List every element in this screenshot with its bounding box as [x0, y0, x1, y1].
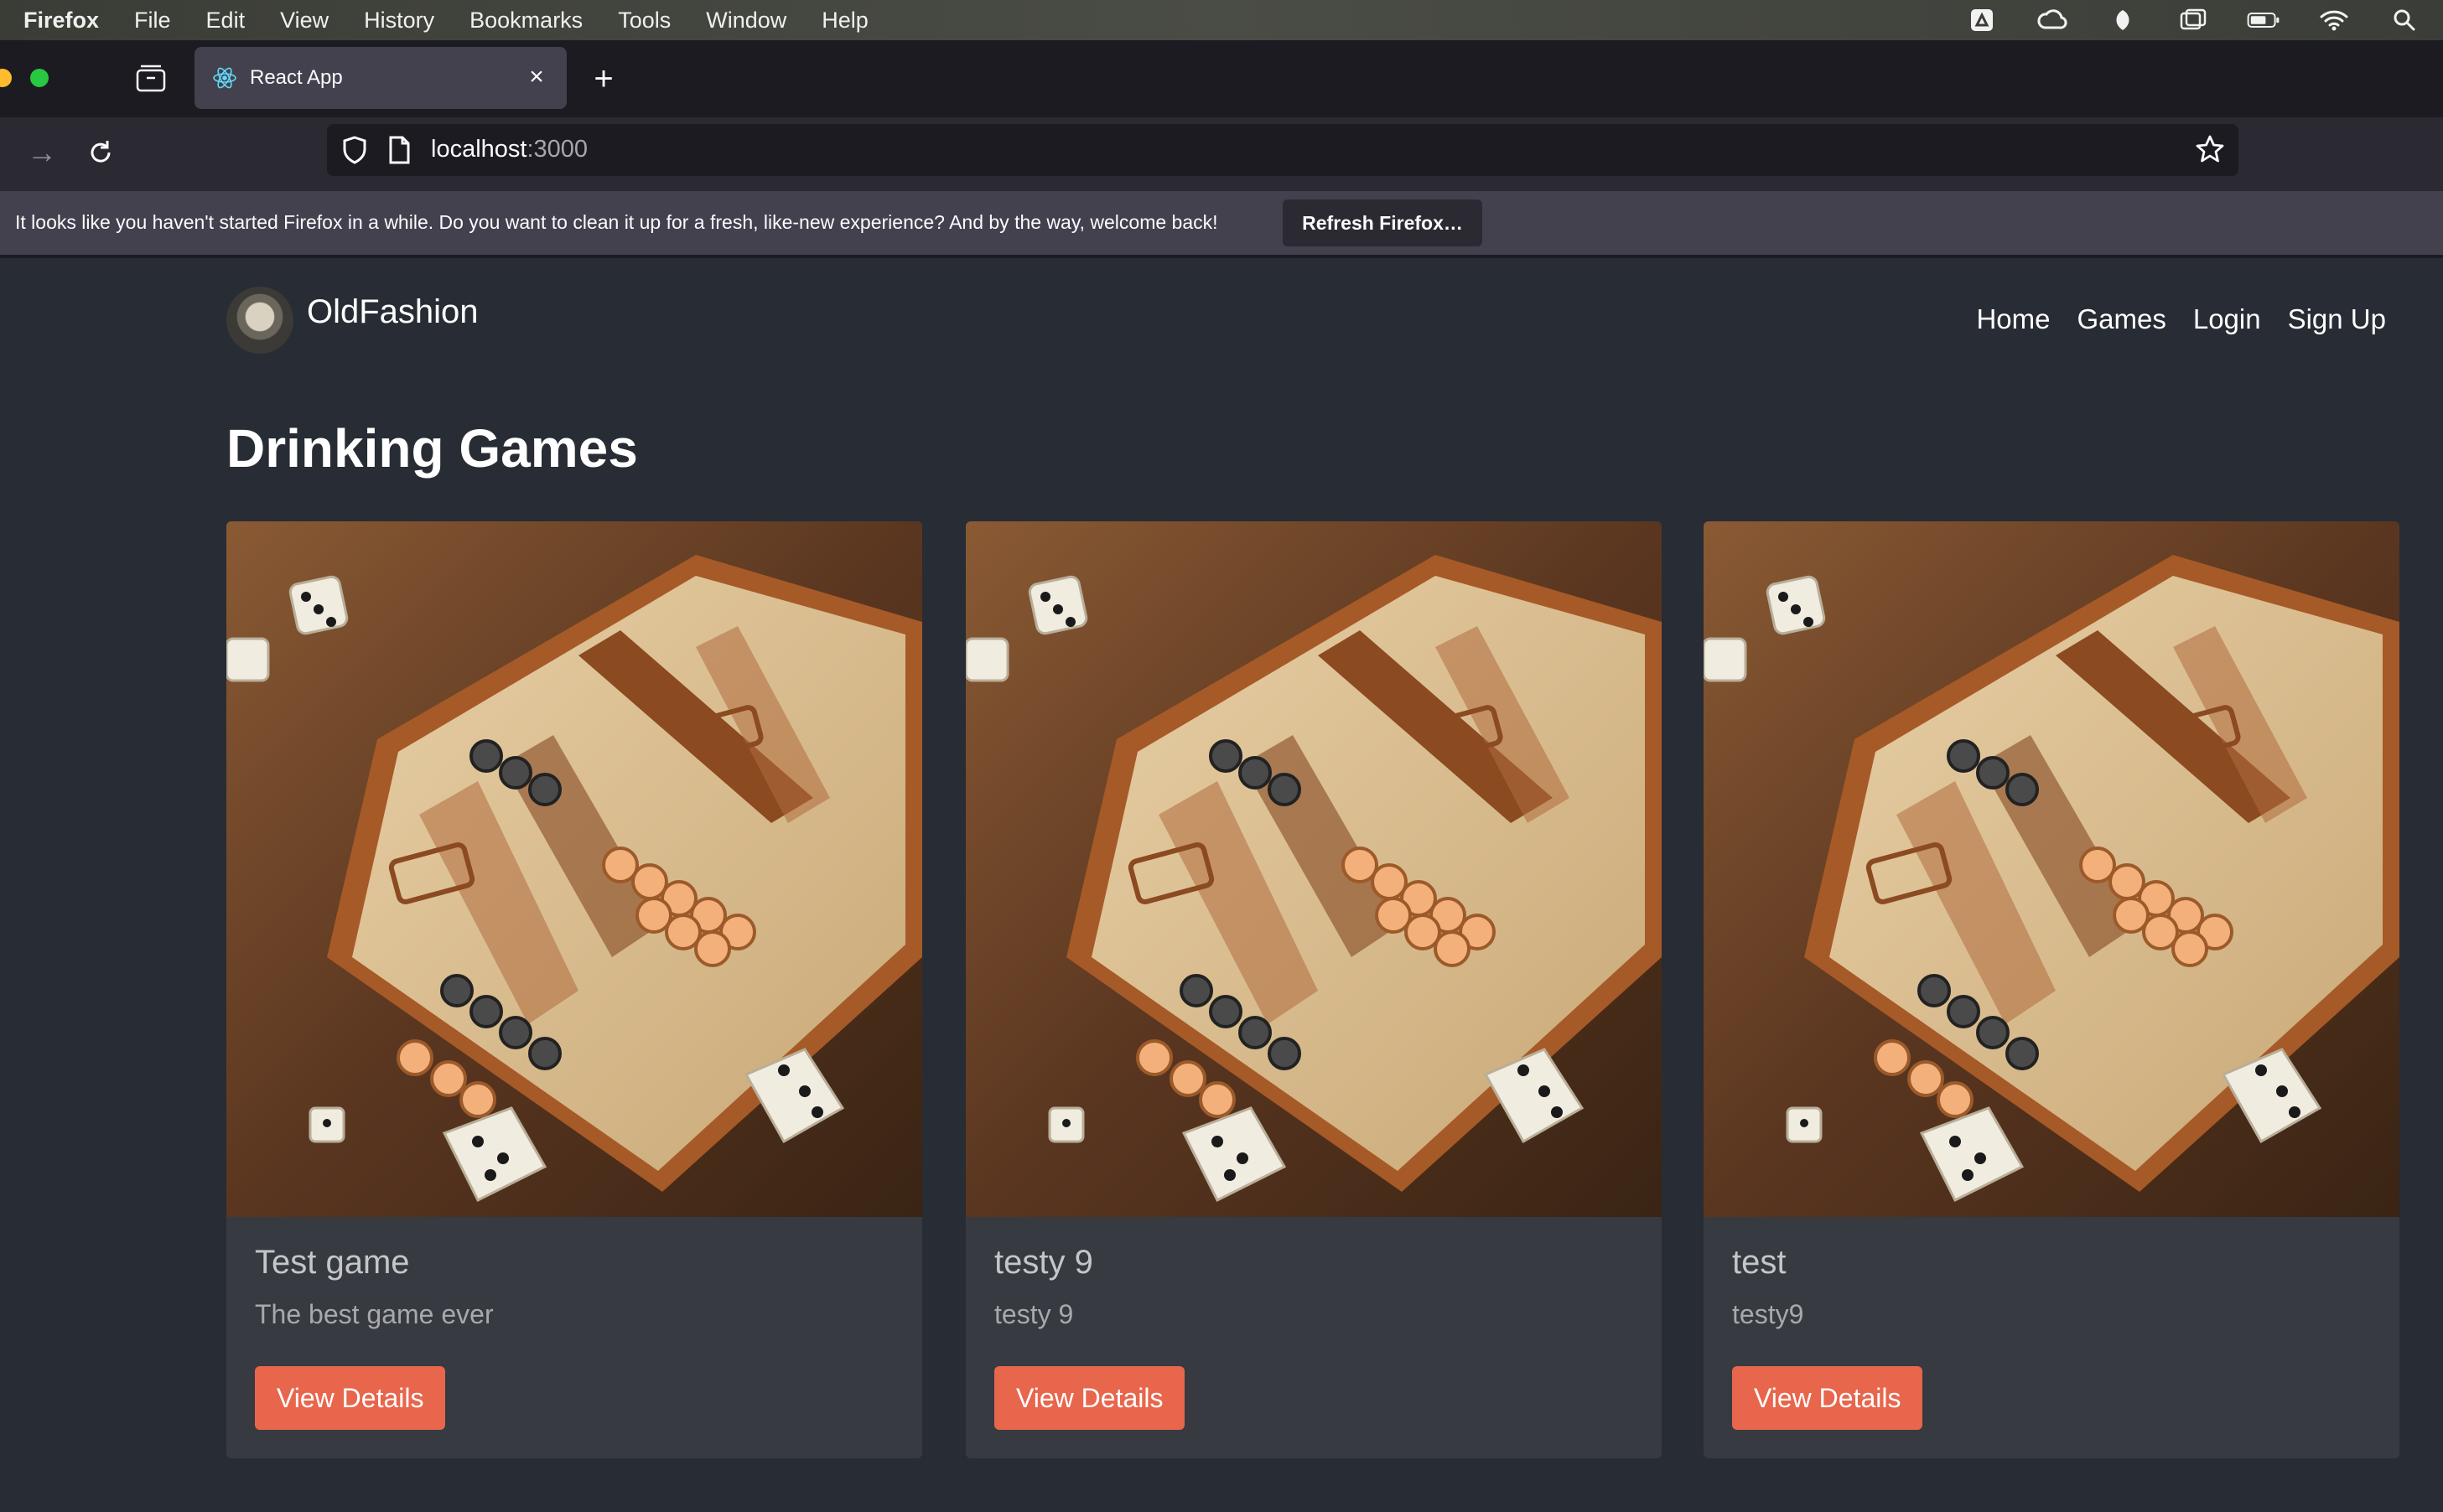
- url-text[interactable]: localhost:3000: [431, 136, 588, 163]
- macos-menu-bar: Firefox File Edit View History Bookmarks…: [0, 0, 2443, 40]
- page-icon[interactable]: [386, 134, 412, 166]
- status-icons: [1965, 0, 2443, 40]
- firefox-view-icon[interactable]: [134, 64, 168, 94]
- bookmark-star-icon[interactable]: [2193, 132, 2227, 166]
- refresh-firefox-button[interactable]: Refresh Firefox…: [1283, 199, 1482, 246]
- tab-react-app[interactable]: React App ×: [195, 47, 567, 109]
- url-host: localhost: [431, 136, 527, 163]
- game-card: testy 9 testy 9 View Details: [966, 521, 1662, 1458]
- url-bar[interactable]: [327, 124, 2238, 176]
- menu-edit[interactable]: Edit: [206, 8, 246, 34]
- game-image: [966, 521, 1662, 1217]
- game-image: [226, 521, 922, 1217]
- menu-window[interactable]: Window: [706, 8, 786, 34]
- page-title: Drinking Games: [226, 418, 638, 479]
- view-details-button[interactable]: View Details: [255, 1366, 446, 1430]
- game-name: test: [1732, 1244, 1787, 1281]
- game-image: [1704, 521, 2399, 1217]
- site-brand[interactable]: OldFashion: [307, 293, 479, 331]
- tab-title: React App: [250, 66, 343, 89]
- battery-icon[interactable]: [2247, 6, 2280, 34]
- reload-icon[interactable]: [82, 134, 119, 171]
- game-card: test testy9 View Details: [1704, 521, 2399, 1458]
- game-description: testy9: [1732, 1299, 1804, 1329]
- menu-app-firefox[interactable]: Firefox: [23, 8, 99, 34]
- leaf-icon[interactable]: [2106, 6, 2140, 34]
- search-icon[interactable]: [2388, 6, 2421, 34]
- menu-tools[interactable]: Tools: [618, 8, 671, 34]
- window-zoom-button[interactable]: [30, 69, 49, 87]
- nav-sign-up[interactable]: Sign Up: [2288, 303, 2386, 335]
- nav-home[interactable]: Home: [1976, 303, 2050, 335]
- drive-icon[interactable]: [1965, 6, 1999, 34]
- nav-games[interactable]: Games: [2077, 303, 2166, 335]
- window-icon[interactable]: [2176, 6, 2210, 34]
- site-logo[interactable]: [226, 287, 293, 354]
- shield-icon[interactable]: [339, 134, 371, 166]
- menu-bookmarks[interactable]: Bookmarks: [469, 8, 583, 34]
- game-name: testy 9: [994, 1244, 1093, 1281]
- menu-view[interactable]: View: [280, 8, 329, 34]
- menu-help[interactable]: Help: [822, 8, 869, 34]
- wifi-icon[interactable]: [2317, 6, 2351, 34]
- menu-history[interactable]: History: [364, 8, 434, 34]
- game-card: Test game The best game ever View Detail…: [226, 521, 922, 1458]
- forward-icon[interactable]: →: [23, 134, 60, 171]
- tab-close-icon[interactable]: ×: [521, 62, 552, 92]
- creative-cloud-icon[interactable]: [2036, 6, 2069, 34]
- url-port: :3000: [526, 136, 589, 163]
- notification-message: It looks like you haven't started Firefo…: [15, 211, 1218, 233]
- view-details-button[interactable]: View Details: [994, 1366, 1185, 1430]
- new-tab-icon[interactable]: +: [587, 60, 620, 97]
- view-details-button[interactable]: View Details: [1732, 1366, 1923, 1430]
- game-description: The best game ever: [255, 1299, 494, 1329]
- nav-login[interactable]: Login: [2193, 303, 2261, 335]
- react-logo-icon: [213, 67, 236, 89]
- menu-file[interactable]: File: [134, 8, 171, 34]
- game-description: testy 9: [994, 1299, 1074, 1329]
- game-name: Test game: [255, 1244, 410, 1281]
- site-nav: Home Games Login Sign Up: [1976, 303, 2386, 335]
